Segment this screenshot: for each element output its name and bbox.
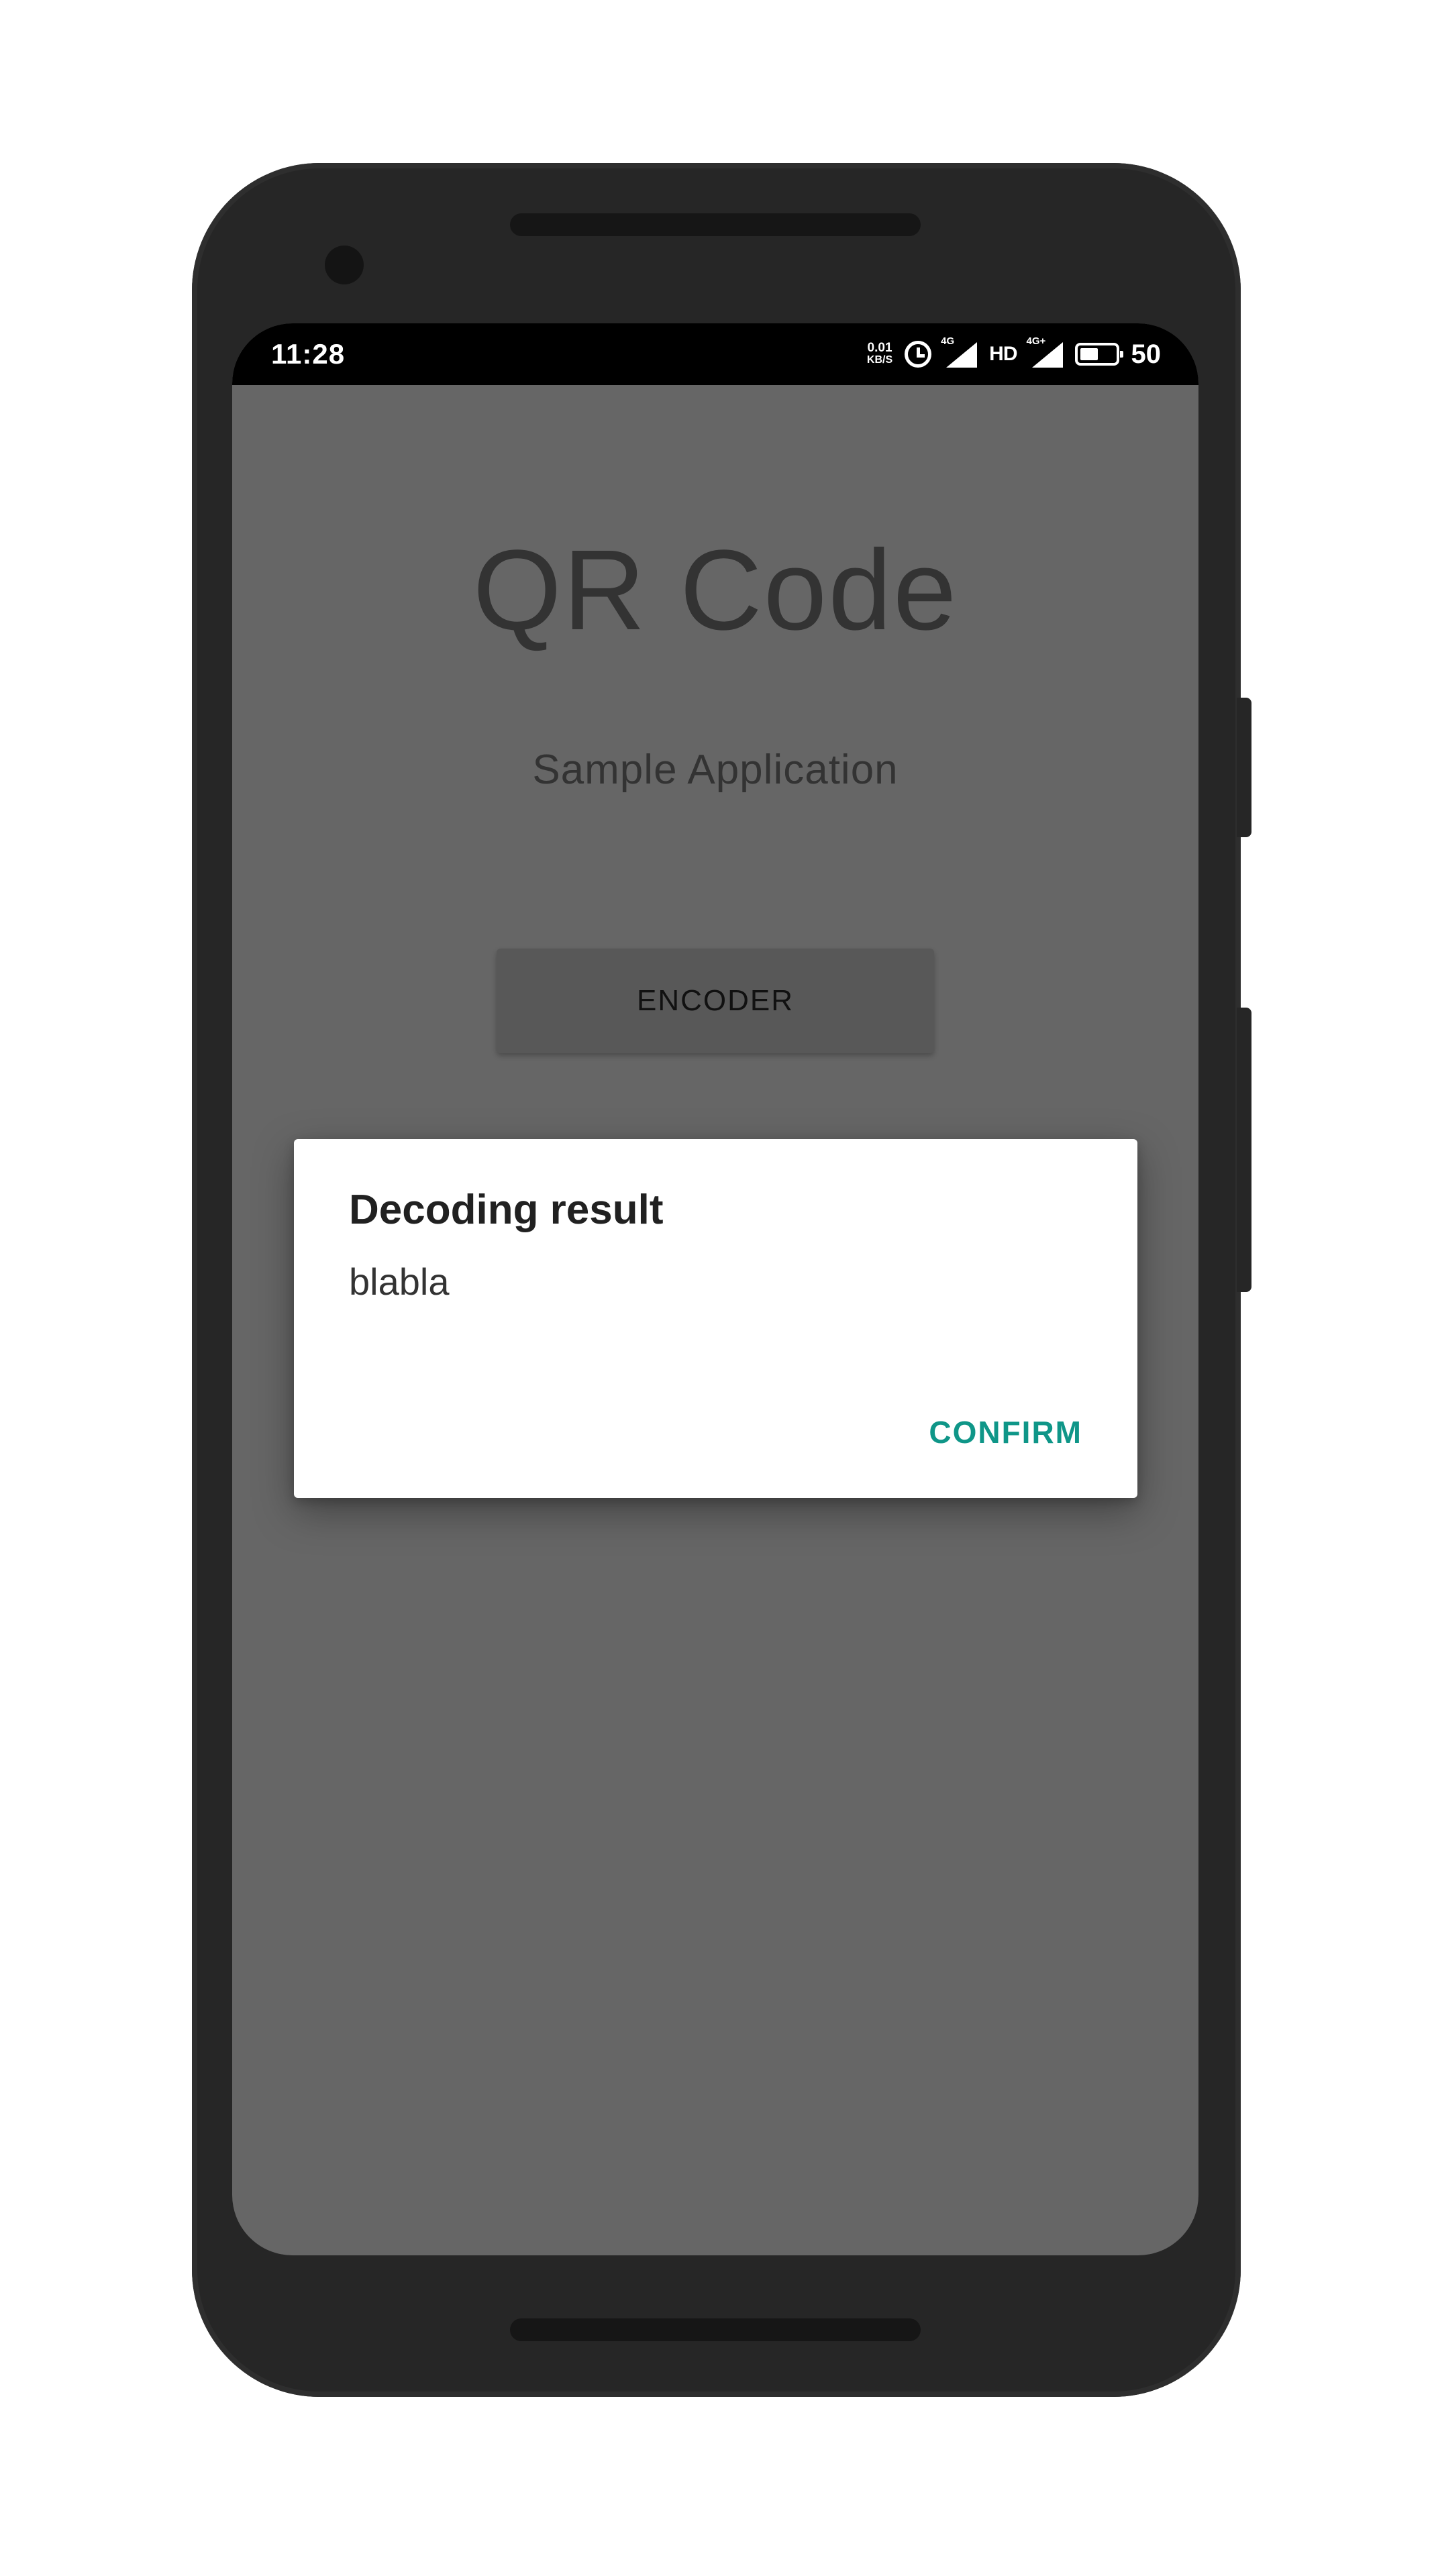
confirm-button[interactable]: CONFIRM — [914, 1407, 1097, 1457]
cell-signal-2: 4G+ — [1027, 335, 1063, 368]
dialog-message: blabla — [349, 1260, 450, 1303]
status-icons: 0.01 KB/S 4G HD 4G+ 50 — [866, 335, 1162, 372]
network-speed: 0.01 KB/S — [866, 341, 893, 366]
signal-strength-icon — [946, 342, 978, 368]
dialog-title: Decoding result — [349, 1187, 664, 1233]
alarm-clock-icon — [905, 341, 932, 368]
app-subtitle: Sample Application — [532, 747, 899, 793]
signal-strength-icon — [1031, 342, 1063, 368]
front-camera — [325, 246, 364, 284]
cell-signal-1: 4G — [941, 335, 978, 368]
volume-button — [1237, 698, 1251, 837]
network-speed-value: 0.01 — [867, 341, 892, 355]
encoder-button[interactable]: ENCODER — [497, 949, 934, 1053]
status-time: 11:28 — [271, 338, 346, 370]
hd-voice-indicator: HD — [989, 343, 1017, 365]
power-button — [1237, 1008, 1251, 1292]
decoding-result-dialog: Decoding result blabla CONFIRM — [294, 1139, 1137, 1498]
battery-icon — [1074, 343, 1123, 366]
battery-level: 50 — [1131, 339, 1162, 369]
app-title: QR Code — [472, 527, 958, 654]
network-speed-unit: KB/S — [866, 354, 893, 366]
earpiece-speaker — [510, 213, 921, 236]
bottom-speaker — [510, 2318, 921, 2341]
status-bar: 11:28 0.01 KB/S 4G HD 4G+ 50 — [232, 323, 1198, 385]
